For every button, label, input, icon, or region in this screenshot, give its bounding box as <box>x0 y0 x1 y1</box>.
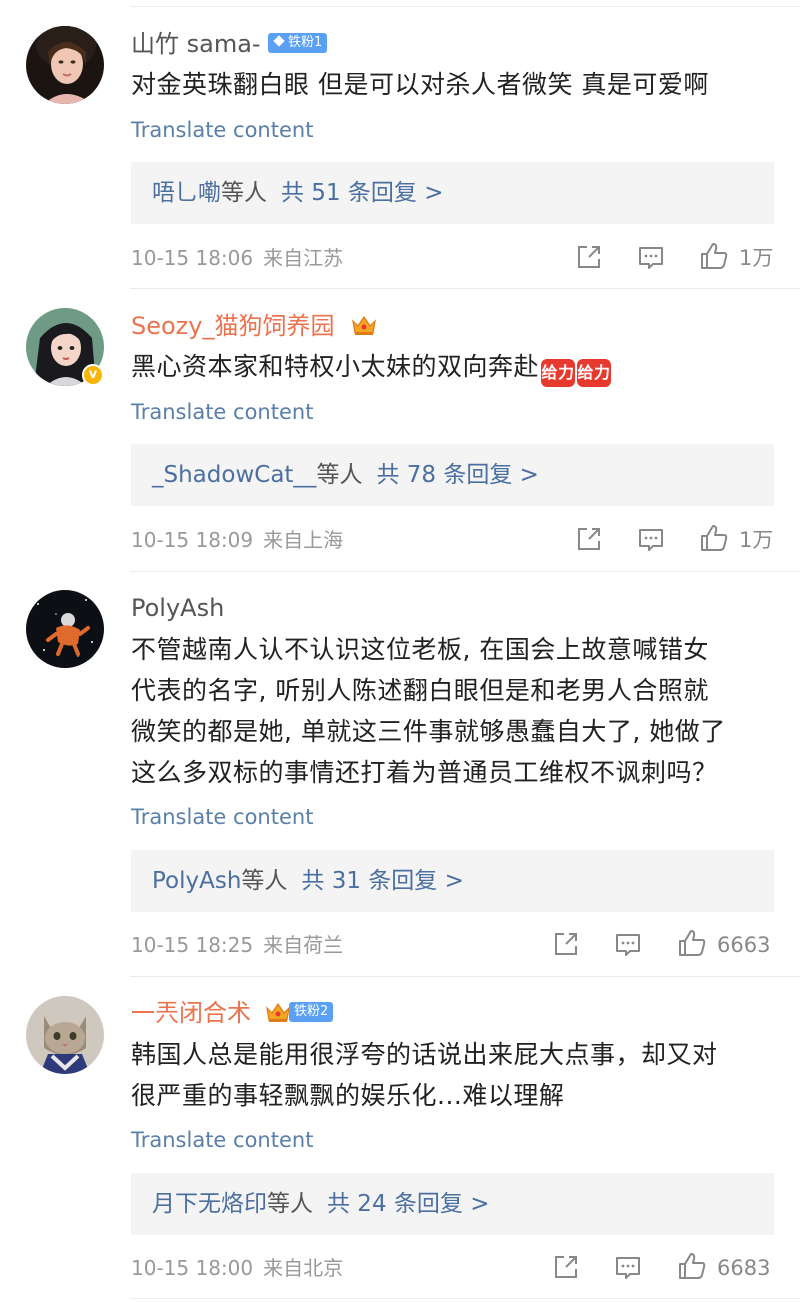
comment-icon[interactable] <box>637 244 665 272</box>
divider <box>130 976 800 977</box>
avatar[interactable] <box>26 590 104 668</box>
comment-meta: 10-15 18:09 来自上海 <box>131 527 343 553</box>
comment-location: 来自江苏 <box>263 246 344 270</box>
top-divider <box>130 6 800 7</box>
reply-suffix: 等人 <box>267 1191 313 1217</box>
translate-link[interactable]: Translate content <box>131 804 313 830</box>
like-icon[interactable] <box>699 523 729 553</box>
comment-meta: 10-15 18:25 来自荷兰 <box>131 932 343 958</box>
crown-icon <box>264 1000 292 1024</box>
share-icon[interactable] <box>552 1253 580 1281</box>
reply-suffix: 等人 <box>316 462 363 488</box>
emoji-sticker: 给力 <box>541 359 576 387</box>
comment-location: 来自上海 <box>263 528 344 552</box>
divider <box>130 1298 800 1299</box>
comment-location: 来自荷兰 <box>263 933 344 957</box>
verified-icon: v <box>82 364 104 386</box>
like-icon[interactable] <box>699 241 729 271</box>
comment-icon[interactable] <box>614 931 642 959</box>
divider <box>130 288 800 289</box>
reply-names[interactable]: _ShadowCat__ <box>152 462 316 488</box>
share-icon[interactable] <box>575 525 603 553</box>
reply-names[interactable]: 唔乚嘞 <box>152 180 221 206</box>
reply-count-link[interactable]: 共 31 条回复 > <box>301 868 463 894</box>
share-icon[interactable] <box>552 930 580 958</box>
comment-text: 黑心资本家和特权小太妹的双向奔赴 给力 给力 <box>131 346 771 387</box>
reply-names[interactable]: 月下无烙印 <box>152 1191 267 1217</box>
comment-date: 10-15 18:00 <box>131 1256 254 1280</box>
reply-suffix: 等人 <box>241 868 288 894</box>
comment-meta: 10-15 18:00 来自北京 <box>131 1255 343 1281</box>
avatar[interactable] <box>26 26 104 104</box>
reply-summary[interactable]: 月下无烙印等人共 24 条回复 > <box>131 1173 774 1235</box>
like-count: 6663 <box>717 933 771 957</box>
comment-date: 10-15 18:06 <box>131 246 254 270</box>
translate-link[interactable]: Translate content <box>131 117 313 143</box>
divider <box>130 571 800 572</box>
reply-count-link[interactable]: 共 78 条回复 > <box>376 462 538 488</box>
like-count: 1万 <box>739 528 774 552</box>
emoji-sticker: 给力 <box>577 359 612 387</box>
comment-meta: 10-15 18:06 来自江苏 <box>131 245 343 271</box>
username[interactable]: 一兲闭合术 <box>131 998 251 1028</box>
reply-count-link[interactable]: 共 24 条回复 > <box>327 1191 489 1217</box>
reply-summary[interactable]: _ShadowCat__等人共 78 条回复 > <box>131 444 774 506</box>
crown-icon <box>350 313 378 337</box>
comment-text: 韩国人总是能用很浮夸的话说出来屁大点事，却又对 很严重的事轻飘飘的娱乐化...难… <box>131 1040 718 1110</box>
translate-link[interactable]: Translate content <box>131 399 313 425</box>
share-icon[interactable] <box>575 243 603 271</box>
comment-location: 来自北京 <box>263 1256 344 1280</box>
comment-icon[interactable] <box>614 1254 642 1282</box>
translate-link[interactable]: Translate content <box>131 1127 313 1153</box>
comment-text: 不管越南人认不认识这位老板, 在国会上故意喊错女 代表的名字, 听别人陈述翻白眼… <box>131 635 726 787</box>
comment-date: 10-15 18:09 <box>131 528 254 552</box>
username[interactable]: Seozy_猫狗饲养园 <box>131 311 334 341</box>
like-icon[interactable] <box>677 1251 707 1281</box>
username[interactable]: PolyAsh <box>131 593 224 623</box>
reply-summary[interactable]: PolyAsh等人共 31 条回复 > <box>131 850 774 912</box>
comment-text: 对金英珠翻白眼 但是可以对杀人者微笑 真是可爱啊 <box>131 70 709 99</box>
like-icon[interactable] <box>677 928 707 958</box>
comment-date: 10-15 18:25 <box>131 933 254 957</box>
fan-badge: 铁粉1 <box>268 33 328 53</box>
fan-badge: 铁粉2 <box>289 1002 334 1022</box>
like-count: 1万 <box>739 246 774 270</box>
avatar[interactable] <box>26 996 104 1074</box>
reply-names[interactable]: PolyAsh <box>152 868 241 894</box>
reply-summary[interactable]: 唔乚嘞等人共 51 条回复 > <box>131 162 774 224</box>
like-count: 6683 <box>717 1256 771 1280</box>
reply-suffix: 等人 <box>221 180 267 206</box>
diamond-icon <box>273 35 285 47</box>
reply-count-link[interactable]: 共 51 条回复 > <box>281 180 443 206</box>
comment-icon[interactable] <box>637 526 665 554</box>
username[interactable]: 山竹 sama- <box>131 29 261 59</box>
